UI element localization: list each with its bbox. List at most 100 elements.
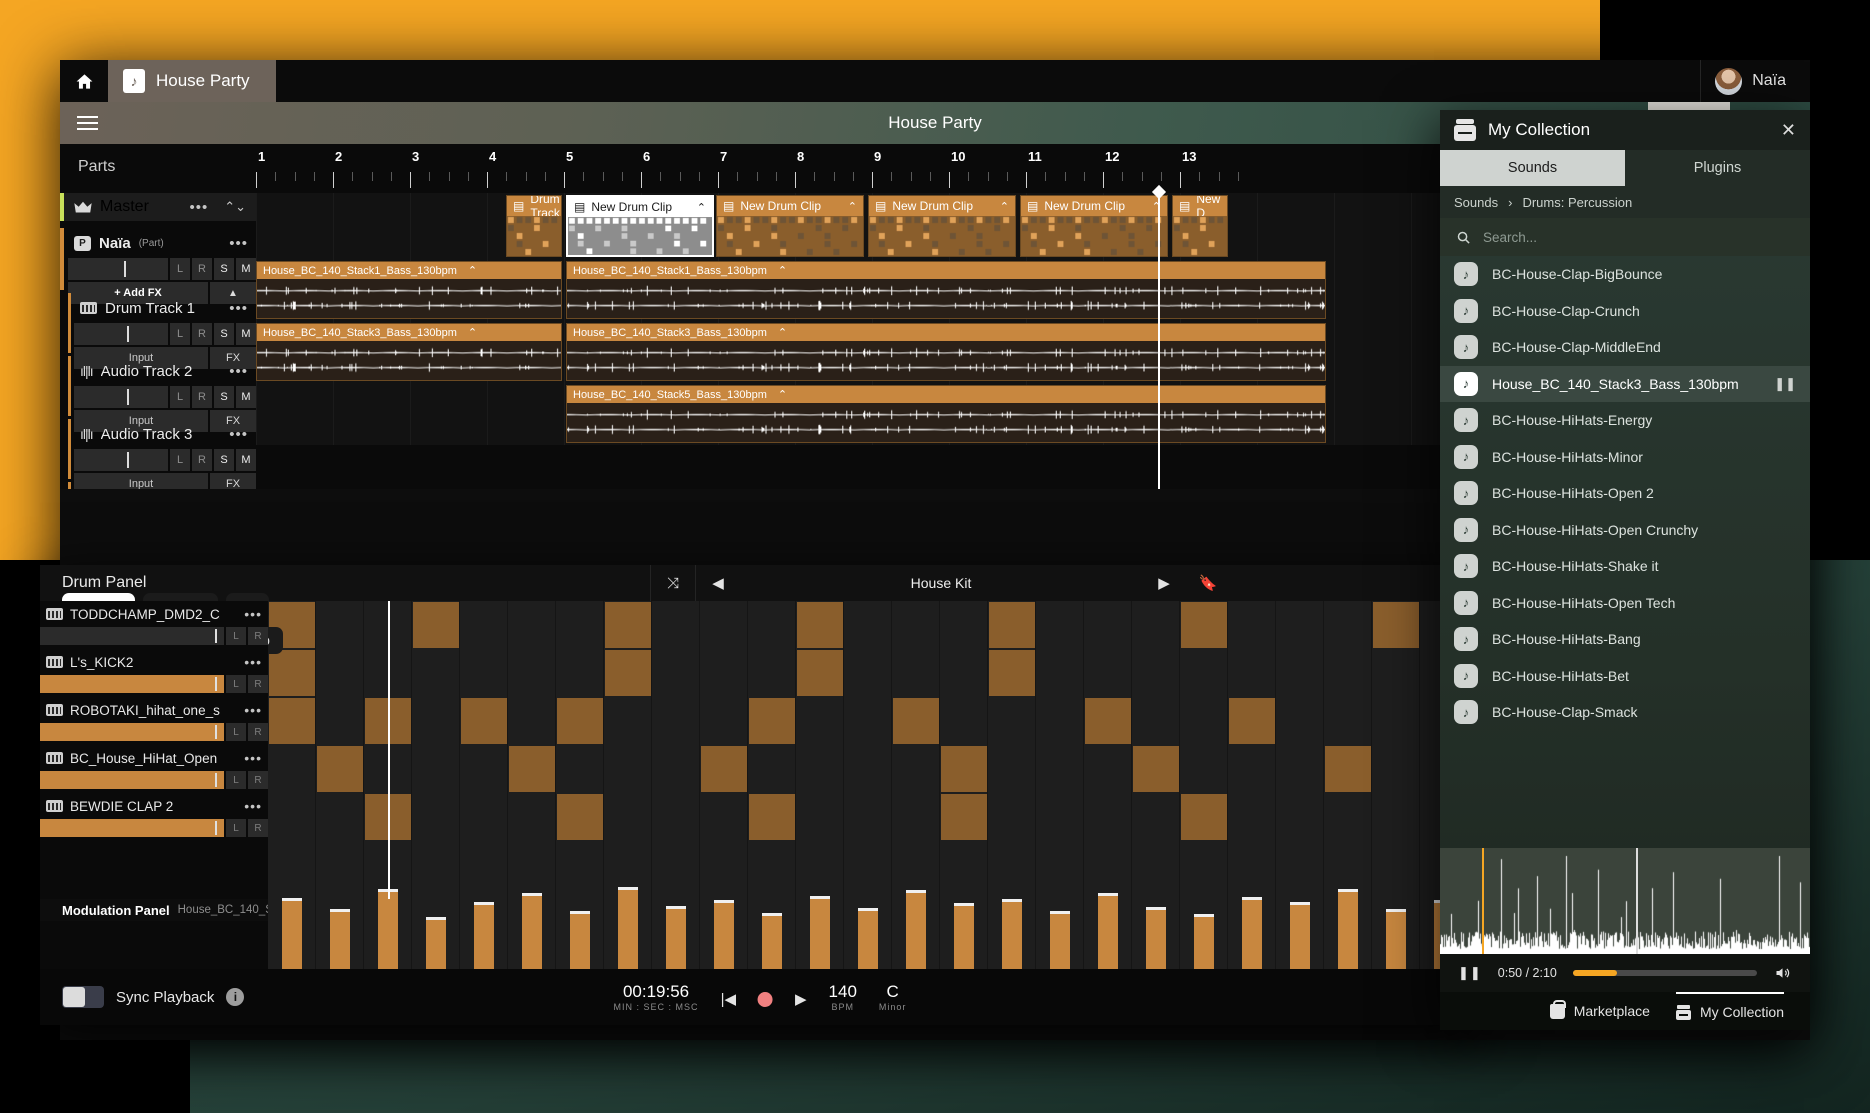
chevron-up-icon[interactable]: ⌃ bbox=[468, 264, 477, 277]
velocity-bar[interactable] bbox=[666, 909, 686, 970]
drum-row-menu-icon[interactable]: ••• bbox=[244, 750, 268, 766]
drum-row[interactable]: BEWDIE CLAP 2 ••• L R bbox=[40, 793, 268, 841]
clip-header[interactable]: House_BC_140_Stack1_Bass_130bpm ⌃ bbox=[257, 262, 561, 279]
list-item[interactable]: ♪ BC-House-HiHats-Minor bbox=[1440, 439, 1810, 476]
next-arrow-icon[interactable]: ▶ bbox=[1142, 574, 1186, 592]
velocity-bar[interactable] bbox=[1338, 892, 1358, 969]
drum-row[interactable]: BC_House_HiHat_Open Te ••• L R bbox=[40, 745, 268, 793]
info-icon[interactable]: i bbox=[226, 988, 244, 1006]
list-item[interactable]: ♪ BC-House-Clap-MiddleEnd bbox=[1440, 329, 1810, 366]
left-button[interactable]: L bbox=[226, 675, 246, 693]
pause-icon[interactable]: ❚❚ bbox=[1774, 376, 1796, 392]
clip-header[interactable]: House_BC_140_Stack3_Bass_130bpm ⌃ bbox=[257, 324, 561, 341]
clip-header[interactable]: ▤ New D ⌃ bbox=[1173, 196, 1227, 216]
list-item[interactable]: ♪ BC-House-HiHats-Open 2 bbox=[1440, 475, 1810, 512]
step-cell[interactable] bbox=[1133, 746, 1179, 792]
right-button[interactable]: R bbox=[248, 819, 268, 837]
footer-marketplace[interactable]: Marketplace bbox=[1550, 992, 1650, 1030]
sync-playback-control[interactable]: Sync Playback i bbox=[40, 986, 244, 1008]
play-icon[interactable]: ▶ bbox=[795, 990, 807, 1012]
chevron-up-icon[interactable]: ⌃ bbox=[697, 201, 706, 214]
velocity-bar[interactable] bbox=[474, 905, 494, 969]
drum-volume-slider[interactable] bbox=[40, 675, 224, 693]
velocity-bar[interactable] bbox=[762, 916, 782, 969]
left-button[interactable]: L bbox=[170, 323, 190, 345]
chevron-up-icon[interactable]: ⌃ bbox=[468, 326, 477, 339]
list-item[interactable]: ♪ BC-House-HiHats-Bang bbox=[1440, 621, 1810, 658]
list-item[interactable]: ♪ BC-House-HiHats-Open Tech bbox=[1440, 585, 1810, 622]
clip-header[interactable]: House_BC_140_Stack5_Bass_130bpm ⌃ bbox=[567, 386, 1325, 403]
waveform-marker[interactable] bbox=[1636, 848, 1638, 954]
velocity-bar[interactable] bbox=[282, 901, 302, 969]
step-cell[interactable] bbox=[989, 650, 1035, 696]
step-cell[interactable] bbox=[509, 746, 555, 792]
clip-header[interactable]: ▤ Drum Track ⌃ bbox=[507, 196, 561, 216]
clip-header[interactable]: ▤ New Drum Clip ⌃ bbox=[869, 196, 1015, 216]
shuffle-icon[interactable]: ⤨ bbox=[651, 575, 695, 592]
hamburger-icon[interactable] bbox=[60, 116, 106, 130]
chevron-updown-icon[interactable]: ⌃⌄ bbox=[224, 199, 256, 215]
velocity-bar[interactable] bbox=[1242, 900, 1262, 969]
tab-sounds[interactable]: Sounds bbox=[1440, 150, 1625, 186]
left-button[interactable]: L bbox=[226, 627, 246, 645]
velocity-bar[interactable] bbox=[522, 896, 542, 969]
step-cell[interactable] bbox=[557, 698, 603, 744]
progress-bar[interactable] bbox=[1573, 970, 1757, 976]
home-icon[interactable] bbox=[60, 60, 108, 102]
clip-header[interactable]: House_BC_140_Stack1_Bass_130bpm ⌃ bbox=[567, 262, 1325, 279]
step-cell[interactable] bbox=[557, 794, 603, 840]
velocity-bar[interactable] bbox=[378, 892, 398, 969]
waveform-preview[interactable] bbox=[1440, 848, 1810, 954]
mute-button[interactable]: M bbox=[236, 386, 256, 408]
chevron-up-icon[interactable]: ⌃ bbox=[1000, 200, 1009, 213]
step-cell[interactable] bbox=[797, 650, 843, 696]
velocity-bar[interactable] bbox=[1386, 912, 1406, 969]
left-button[interactable]: L bbox=[226, 819, 246, 837]
audio-clip[interactable]: House_BC_140_Stack5_Bass_130bpm ⌃ bbox=[566, 385, 1326, 443]
velocity-bar[interactable] bbox=[1290, 905, 1310, 969]
velocity-bar[interactable] bbox=[570, 914, 590, 969]
pause-icon[interactable]: ❚❚ bbox=[1458, 965, 1482, 981]
mute-button[interactable]: M bbox=[236, 258, 256, 280]
velocity-bar[interactable] bbox=[954, 906, 974, 969]
volume-slider[interactable] bbox=[74, 449, 168, 471]
clip-header[interactable]: ▤ New Drum Clip ⌃ bbox=[1021, 196, 1167, 216]
audio-clip[interactable]: House_BC_140_Stack3_Bass_130bpm ⌃ bbox=[566, 323, 1326, 381]
velocity-bar[interactable] bbox=[714, 903, 734, 969]
drum-volume-slider[interactable] bbox=[40, 819, 224, 837]
tab-house-party[interactable]: ♪ House Party bbox=[108, 60, 276, 102]
skip-back-icon[interactable]: |◀ bbox=[721, 990, 736, 1012]
drum-clip[interactable]: ▤ New D ⌃ bbox=[1172, 195, 1228, 257]
waveform-playhead[interactable] bbox=[1482, 848, 1484, 954]
audio-clip[interactable]: House_BC_140_Stack3_Bass_130bpm ⌃ bbox=[256, 323, 562, 381]
tab-plugins[interactable]: Plugins bbox=[1625, 150, 1810, 186]
list-item[interactable]: ♪ BC-House-Clap-BigBounce bbox=[1440, 256, 1810, 293]
list-item[interactable]: ♪ BC-House-HiHats-Bet bbox=[1440, 658, 1810, 695]
drum-clip[interactable]: ▤ New Drum Clip ⌃ bbox=[566, 195, 714, 257]
step-cell[interactable] bbox=[1181, 602, 1227, 648]
drum-row[interactable]: L's_KICK2 ••• L R bbox=[40, 649, 268, 697]
velocity-bar[interactable] bbox=[1194, 917, 1214, 969]
solo-button[interactable]: S bbox=[214, 258, 234, 280]
mute-button[interactable]: M bbox=[236, 323, 256, 345]
search-bar[interactable]: Search... bbox=[1440, 218, 1810, 256]
step-cell[interactable] bbox=[941, 794, 987, 840]
velocity-bar[interactable] bbox=[330, 912, 350, 969]
track-audio-track-3[interactable]: ıl|lı Audio Track 3 ••• L R S M Input FX bbox=[60, 419, 256, 479]
solo-button[interactable]: S bbox=[214, 386, 234, 408]
step-cell[interactable] bbox=[1325, 746, 1371, 792]
step-cell[interactable] bbox=[989, 602, 1035, 648]
drum-volume-slider[interactable] bbox=[40, 627, 224, 645]
list-item[interactable]: ♪ BC-House-Clap-Smack bbox=[1440, 694, 1810, 731]
track-menu-icon[interactable]: ••• bbox=[229, 235, 256, 252]
drum-clip[interactable]: ▤ Drum Track ⌃ bbox=[506, 195, 562, 257]
step-cell[interactable] bbox=[797, 602, 843, 648]
velocity-bar[interactable] bbox=[810, 899, 830, 969]
prev-arrow-icon[interactable]: ◀ bbox=[696, 574, 740, 592]
solo-button[interactable]: S bbox=[214, 323, 234, 345]
volume-slider[interactable] bbox=[74, 323, 168, 345]
list-item[interactable]: ♪ BC-House-HiHats-Shake it bbox=[1440, 548, 1810, 585]
track-audio-track-2[interactable]: ıl|lı Audio Track 2 ••• L R S M Input FX bbox=[60, 356, 256, 416]
drum-row[interactable]: TODDCHAMP_DMD2_CAE ••• L R bbox=[40, 601, 268, 649]
velocity-bar[interactable] bbox=[618, 890, 638, 969]
